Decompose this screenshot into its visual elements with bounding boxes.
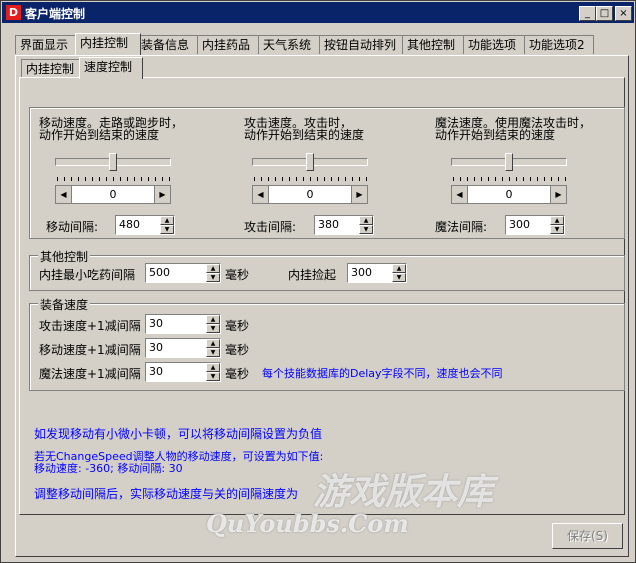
right-arrow-icon[interactable]: ▶ [351, 186, 367, 203]
magic-interval-value: 300 [509, 218, 530, 231]
tab-auto-arrange[interactable]: 按钮自动排列 [319, 35, 405, 54]
spin-down-icon[interactable]: ▼ [206, 324, 220, 333]
attack-speed-value: 0 [306, 188, 314, 201]
tab-interface[interactable]: 界面显示 [15, 35, 80, 54]
min-drink-label: 内挂最小吃药间隔 [39, 268, 136, 282]
spin-up-icon[interactable]: ▲ [550, 216, 564, 225]
pickup-spinner[interactable]: 300 ▲ ▼ [347, 263, 407, 283]
equip-speed-title: 装备速度 [38, 296, 91, 313]
close-button[interactable]: × [615, 6, 632, 21]
attack-speed-desc: 动作开始到结束的速度 [244, 128, 365, 142]
pickup-label: 内挂捡起 [288, 268, 337, 282]
move-interval-spinner[interactable]: 480 ▲ ▼ [115, 215, 175, 235]
spin-down-icon[interactable]: ▼ [550, 225, 564, 234]
equip-move-value: 30 [149, 341, 163, 354]
spin-up-icon[interactable]: ▲ [206, 363, 220, 372]
equip-row-label: 移动速度+1减间隔 [39, 343, 141, 357]
window-title: 客户端控制 [25, 7, 86, 21]
equip-row-label: 魔法速度+1减间隔 [39, 367, 141, 381]
subtab-hook-control[interactable]: 内挂控制 [21, 59, 81, 78]
left-arrow-icon[interactable]: ◀ [253, 186, 269, 203]
tab-hook-potions[interactable]: 内挂药品 [197, 35, 261, 54]
magic-speed-ticks [453, 177, 567, 181]
magic-speed-value: 0 [505, 188, 513, 201]
note-line4: 调整移动间隔后，实际移动速度与关的间隔速度为 [34, 487, 299, 501]
magic-speed-desc: 动作开始到结束的速度 [435, 128, 556, 142]
spin-up-icon[interactable]: ▲ [206, 315, 220, 324]
equip-row-label: 攻击速度+1减间隔 [39, 319, 141, 333]
maximize-button[interactable]: □ [596, 6, 613, 21]
other-control-title: 其他控制 [38, 248, 91, 265]
min-drink-unit: 毫秒 [225, 268, 250, 282]
app-icon: D [6, 5, 21, 20]
note-line1: 如发现移动有小微小卡顿，可以将移动间隔设置为负值 [34, 427, 323, 441]
spin-up-icon[interactable]: ▲ [359, 216, 373, 225]
note-line3: 移动速度: -360; 移动间隔: 30 [34, 462, 183, 475]
equip-magic-spinner[interactable]: 30 ▲ ▼ [145, 362, 221, 382]
min-drink-value: 500 [149, 266, 170, 279]
magic-interval-label: 魔法间隔: [435, 220, 488, 234]
left-arrow-icon[interactable]: ◀ [56, 186, 72, 203]
move-interval-label: 移动间隔: [46, 220, 99, 234]
attack-speed-slider[interactable] [306, 153, 314, 171]
move-speed-desc: 动作开始到结束的速度 [39, 128, 160, 142]
tab-equipment[interactable]: 装备信息 [136, 35, 200, 54]
equip-row-unit: 毫秒 [225, 367, 250, 381]
watermark-en: QuYoubbs.Com [206, 509, 409, 538]
spin-down-icon[interactable]: ▼ [359, 225, 373, 234]
tab-options[interactable]: 功能选项 [463, 35, 527, 54]
equip-attack-value: 30 [149, 317, 163, 330]
move-speed-scrollbar[interactable]: ◀ 0 ▶ [55, 185, 171, 204]
move-speed-ticks [57, 177, 171, 181]
spin-down-icon[interactable]: ▼ [206, 273, 220, 282]
attack-interval-spinner[interactable]: 380 ▲ ▼ [314, 215, 374, 235]
attack-interval-label: 攻击间隔: [244, 220, 297, 234]
spin-down-icon[interactable]: ▼ [392, 273, 406, 282]
spin-up-icon[interactable]: ▲ [160, 216, 174, 225]
spin-down-icon[interactable]: ▼ [206, 372, 220, 381]
tab-hook-control[interactable]: 内挂控制 [75, 33, 141, 55]
pickup-value: 300 [351, 266, 372, 279]
left-arrow-icon[interactable]: ◀ [452, 186, 468, 203]
save-button[interactable]: 保存(S) [552, 523, 623, 549]
move-interval-value: 480 [119, 218, 140, 231]
magic-speed-slider[interactable] [505, 153, 513, 171]
attack-interval-value: 380 [318, 218, 339, 231]
tab-other-control[interactable]: 其他控制 [402, 35, 466, 54]
attack-speed-ticks [254, 177, 368, 181]
subtab-speed-control[interactable]: 速度控制 [79, 57, 143, 79]
magic-speed-scrollbar[interactable]: ◀ 0 ▶ [451, 185, 567, 204]
right-arrow-icon[interactable]: ▶ [154, 186, 170, 203]
spin-down-icon[interactable]: ▼ [160, 225, 174, 234]
min-drink-spinner[interactable]: 500 ▲ ▼ [145, 263, 221, 283]
tab-weather[interactable]: 天气系统 [258, 35, 322, 54]
equip-attack-spinner[interactable]: 30 ▲ ▼ [145, 314, 221, 334]
right-arrow-icon[interactable]: ▶ [550, 186, 566, 203]
equip-note: 每个技能数据库的Delay字段不同，速度也会不同 [262, 367, 503, 380]
spin-up-icon[interactable]: ▲ [206, 339, 220, 348]
spin-down-icon[interactable]: ▼ [206, 348, 220, 357]
window: D 客户端控制 _ □ × 界面显示 内挂控制 装备信息 内挂药品 天气系统 按… [0, 0, 636, 563]
watermark-cn: 游戏版本库 [313, 471, 494, 513]
move-speed-value: 0 [109, 188, 117, 201]
title-bar[interactable]: D 客户端控制 _ □ × [2, 2, 634, 23]
equip-magic-value: 30 [149, 365, 163, 378]
spin-up-icon[interactable]: ▲ [392, 264, 406, 273]
minimize-button[interactable]: _ [579, 6, 596, 21]
tab-options2[interactable]: 功能选项2 [524, 35, 594, 54]
attack-speed-scrollbar[interactable]: ◀ 0 ▶ [252, 185, 368, 204]
equip-move-spinner[interactable]: 30 ▲ ▼ [145, 338, 221, 358]
spin-up-icon[interactable]: ▲ [206, 264, 220, 273]
equip-row-unit: 毫秒 [225, 343, 250, 357]
magic-interval-spinner[interactable]: 300 ▲ ▼ [505, 215, 565, 235]
move-speed-slider[interactable] [109, 153, 117, 171]
equip-row-unit: 毫秒 [225, 319, 250, 333]
